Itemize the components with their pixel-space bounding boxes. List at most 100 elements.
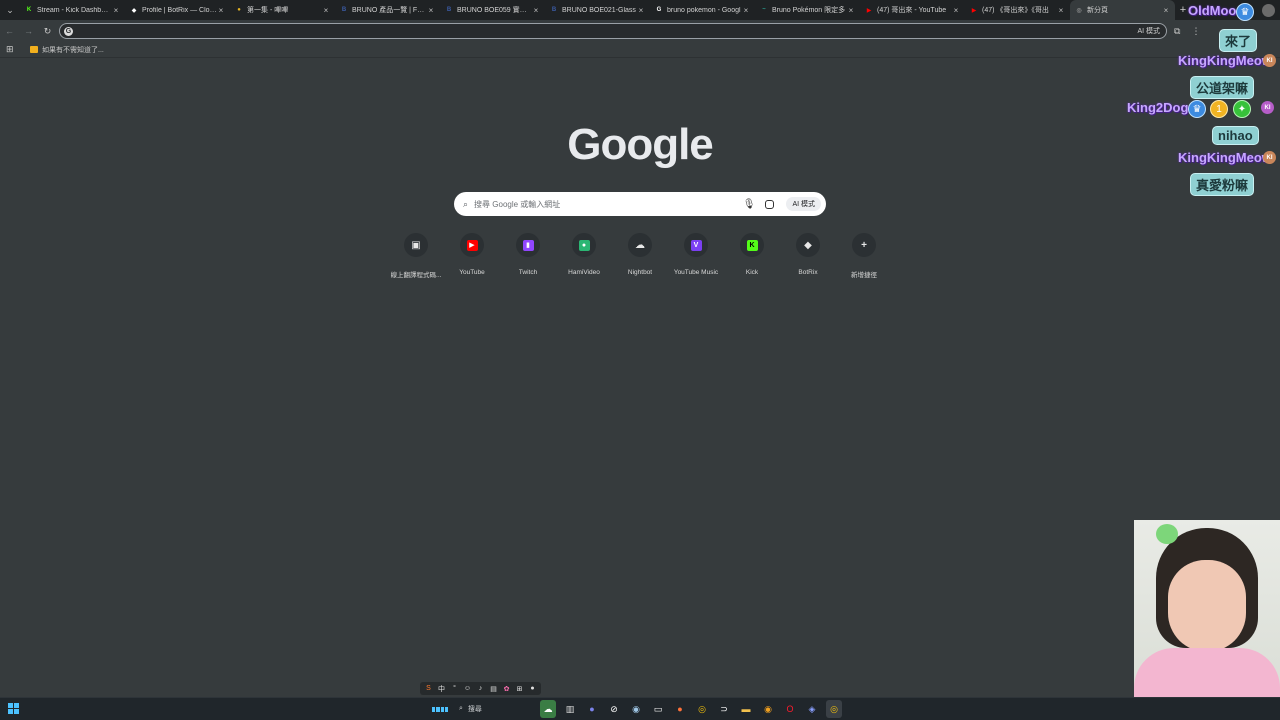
shortcut-circle: ▶	[460, 233, 484, 257]
tab[interactable]: B BRUNO 產品一覽 | Fortn ×	[335, 0, 440, 20]
tab-title: Stream - Kick Dashboard	[37, 6, 112, 14]
tab-title: 第一集 - 嗶嗶	[247, 7, 289, 14]
widgets-icon[interactable]	[8, 703, 19, 714]
tab-favicon-icon: ◎	[1076, 7, 1082, 14]
search-icon: ⌕	[459, 705, 463, 712]
shortcut-tile[interactable]: ☁ Nightbot	[612, 233, 668, 279]
close-icon[interactable]: ×	[637, 6, 645, 15]
tab-favicon-icon: B	[551, 7, 557, 13]
teams-icon[interactable]: ●	[584, 700, 600, 718]
punctuation-icon[interactable]: °	[449, 683, 460, 694]
firefox-icon[interactable]: ●	[672, 700, 688, 718]
shortcut-tile[interactable]: ● HamiVideo	[556, 233, 612, 279]
shortcut-circle: ●	[572, 233, 596, 257]
close-icon[interactable]: ×	[952, 6, 960, 15]
tab-title: bruno pokemon - Googl	[667, 6, 741, 14]
shortcut-label: BotRix	[798, 269, 818, 276]
tab[interactable]: B BRUNO BOE059 實石多 ×	[440, 0, 545, 20]
shortcut-tile[interactable]: ◆ BotRix	[780, 233, 836, 279]
shortcut-tile[interactable]: K Kick	[724, 233, 780, 279]
chat-username: OldMoo	[1188, 3, 1237, 18]
tab-search-icon[interactable]: ⌄	[0, 0, 20, 20]
emoji-icon[interactable]: ☺	[462, 683, 473, 694]
tab[interactable]: B BRUNO BOE021-Glass ×	[545, 0, 650, 20]
webcam-feed	[1134, 520, 1280, 720]
chat-message: 真愛粉嘛	[1190, 173, 1255, 196]
file-explorer-icon[interactable]: ▥	[562, 700, 578, 718]
monitor-icon[interactable]: ▭	[650, 700, 666, 718]
tab[interactable]: ▶ (47) 哥出來 - YouTube ×	[860, 0, 965, 20]
close-icon[interactable]: ×	[217, 6, 225, 15]
tab[interactable]: ~ Bruno Pokémon 限定多 ×	[755, 0, 860, 20]
reload-icon[interactable]: ↻	[38, 20, 57, 42]
address-bar[interactable]: G AI 模式	[59, 23, 1167, 39]
google-lens-icon[interactable]	[765, 199, 775, 209]
shortcut-tile[interactable]: ▣ 線上翻譯程式碼...	[388, 233, 444, 279]
close-icon[interactable]: ×	[427, 6, 435, 15]
discord-icon[interactable]: ◈	[804, 700, 820, 718]
shortcut-label: YouTube Music	[673, 269, 719, 276]
skin-icon[interactable]: ✿	[501, 683, 512, 694]
tab-favicon-icon: ◆	[131, 7, 137, 14]
chrome-active-icon[interactable]: ◎	[826, 700, 842, 718]
tab-favicon-icon: B	[446, 7, 452, 13]
tab[interactable]: ▶ (47) 《哥出來》《哥出 ×	[965, 0, 1070, 20]
chat-message: 來了	[1219, 29, 1258, 52]
keyboard-icon[interactable]: ▤	[488, 683, 499, 694]
taskbar-search[interactable]: ⌕ 搜尋	[454, 700, 534, 718]
apps-icon[interactable]: ⊞	[6, 44, 20, 55]
google-logo: Google	[567, 120, 714, 169]
mic-icon[interactable]: ♪	[475, 683, 486, 694]
shortcut-tile[interactable]: ▮ Twitch	[500, 233, 556, 279]
tab-favicon-icon: ●	[237, 7, 241, 13]
shortcut-circle: V	[684, 233, 708, 257]
start-icon[interactable]	[432, 700, 448, 718]
close-icon[interactable]: ×	[1057, 6, 1065, 15]
tab-title: (47) 哥出來 - YouTube	[877, 7, 947, 14]
browser-toolbar: ← → ↻ G AI 模式 ⧉ ⋮	[0, 20, 1280, 42]
shortcut-tile[interactable]: V YouTube Music	[668, 233, 724, 279]
tab[interactable]: K Stream - Kick Dashboard ×	[20, 0, 125, 20]
tab-favicon-icon: ~	[762, 7, 766, 13]
translate-icon: ▣	[411, 239, 421, 251]
forward-icon[interactable]: →	[19, 20, 38, 42]
search-box[interactable]: ⌕ 搜尋 Google 或輸入網址 🎙 AI 模式	[454, 192, 826, 216]
weather-icon[interactable]: ☁	[540, 700, 556, 718]
app-icon[interactable]: S	[423, 683, 434, 694]
close-icon[interactable]: ×	[742, 6, 750, 15]
chrome-icon[interactable]: ◎	[694, 700, 710, 718]
ime-icon[interactable]: 中	[436, 683, 447, 694]
nightbot-icon: ☁	[635, 239, 645, 251]
back-icon[interactable]: ←	[0, 20, 19, 42]
opera-icon[interactable]: O	[782, 700, 798, 718]
tab[interactable]: ● 第一集 - 嗶嗶 ×	[230, 0, 335, 20]
close-icon[interactable]: ×	[112, 6, 120, 15]
tab[interactable]: Gbruno pokemon - Googl ×	[650, 0, 755, 20]
ai-mode-button[interactable]: AI 模式	[786, 197, 821, 211]
app-icon[interactable]: ⊘	[606, 700, 622, 718]
bookmarks-bar: ⊞ 如果有不需知道了...	[0, 42, 1280, 58]
mascot-icon[interactable]: ●	[527, 683, 538, 694]
tab-favicon-icon: ▶	[866, 7, 872, 14]
search-input[interactable]: 搜尋 Google 或輸入網址	[474, 199, 743, 210]
tab[interactable]: ◆ Profile | BotRix — Cloud ×	[125, 0, 230, 20]
toolbox-icon[interactable]: ⊞	[514, 683, 525, 694]
folder-icon[interactable]: ▬	[738, 700, 754, 718]
tab-title: Bruno Pokémon 限定多	[772, 7, 846, 14]
chat-username: KingKingMeow	[1178, 53, 1272, 68]
close-icon[interactable]: ×	[847, 6, 855, 15]
tab-title: (47) 《哥出來》《哥出	[982, 7, 1049, 14]
close-icon[interactable]: ×	[322, 6, 330, 15]
microphone-icon[interactable]: 🎙	[743, 199, 756, 210]
tab-title: BRUNO BOE059 實石多	[457, 7, 532, 14]
shortcut-tile[interactable]: + 新增捷徑	[836, 233, 892, 279]
bookmark-folder[interactable]: 如果有不需知道了...	[42, 45, 104, 55]
shortcut-circle: +	[852, 233, 876, 257]
search-icon: ⌕	[463, 198, 469, 209]
steam-icon[interactable]: ◉	[628, 700, 644, 718]
app-icon[interactable]: ◉	[760, 700, 776, 718]
chat-overlay: OldMoo ♛ 來了 KingKingMeow KI 公道架嘛 King2Do…	[1120, 0, 1280, 200]
capcut-icon[interactable]: ⊃	[716, 700, 732, 718]
shortcut-tile[interactable]: ▶ YouTube	[444, 233, 500, 279]
close-icon[interactable]: ×	[532, 6, 540, 15]
